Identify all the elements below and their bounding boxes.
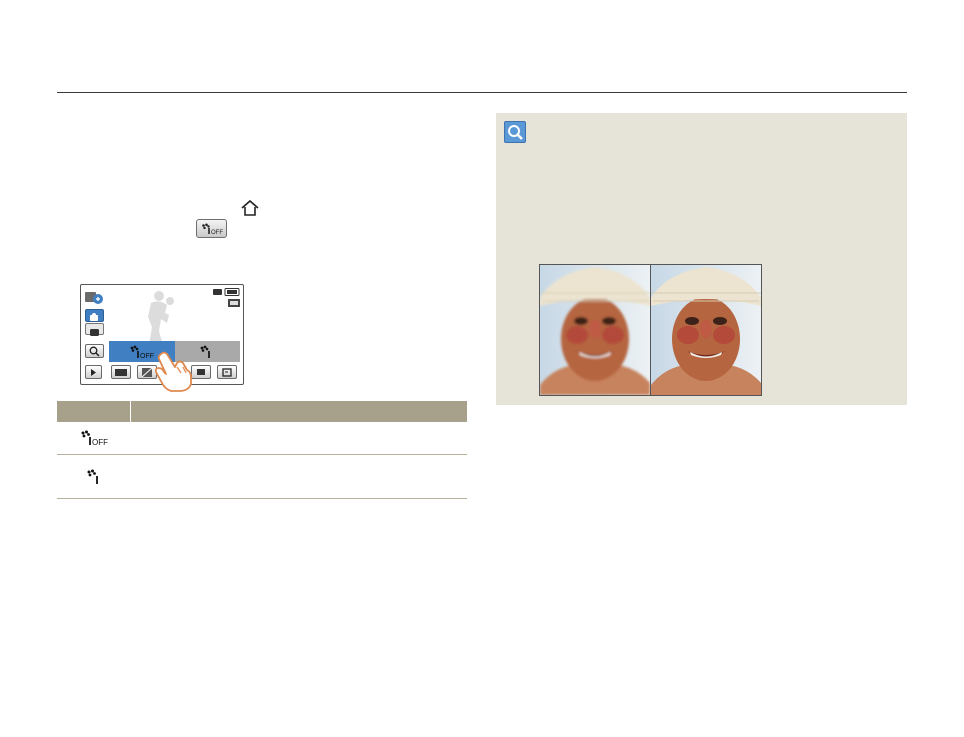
photo-mode-tile[interactable] — [85, 323, 104, 336]
svg-text:OFF: OFF — [140, 353, 154, 359]
comparison-photo-right — [650, 264, 762, 396]
anti-shake-off-icon: OFF — [81, 430, 108, 446]
mode-icon[interactable] — [84, 289, 104, 305]
magnifier-icon — [89, 346, 100, 357]
playback-button[interactable] — [85, 365, 102, 379]
header-rule — [57, 92, 907, 93]
battery-icon — [213, 288, 240, 296]
comparison-photo-left — [539, 264, 650, 396]
table-header — [57, 401, 467, 422]
anti-shake-on-icon — [87, 469, 98, 484]
anti-shake-off-button[interactable]: OFF — [196, 219, 227, 238]
header-separator — [130, 401, 131, 422]
menu-button-1[interactable] — [111, 365, 131, 379]
table-row: OFF — [57, 422, 467, 455]
svg-text:OFF: OFF — [211, 230, 223, 235]
video-camera-icon — [90, 313, 98, 321]
anti-shake-off-icon: OFF — [130, 345, 154, 359]
home-icon — [241, 199, 259, 216]
anti-shake-on-icon — [200, 345, 211, 358]
return-icon — [222, 367, 232, 377]
tip-box — [496, 113, 907, 405]
still-camera-icon — [90, 329, 99, 336]
video-mode-tile[interactable] — [85, 309, 104, 322]
table-row — [57, 455, 467, 499]
hand-pointer-icon — [154, 351, 192, 392]
svg-text:OFF: OFF — [92, 438, 108, 446]
row-icon-cell — [57, 455, 130, 498]
anti-shake-off-icon: OFF — [201, 223, 223, 235]
zoom-button[interactable] — [85, 344, 104, 358]
back-button[interactable] — [217, 365, 237, 379]
subject-silhouette — [148, 291, 174, 345]
magnifier-icon — [504, 121, 526, 143]
play-icon — [91, 368, 96, 376]
row-icon-cell: OFF — [57, 422, 130, 454]
grid-icon — [115, 368, 127, 376]
exposure-icon — [142, 367, 152, 377]
quality-icon — [228, 299, 240, 307]
options-table: OFF — [57, 401, 467, 499]
